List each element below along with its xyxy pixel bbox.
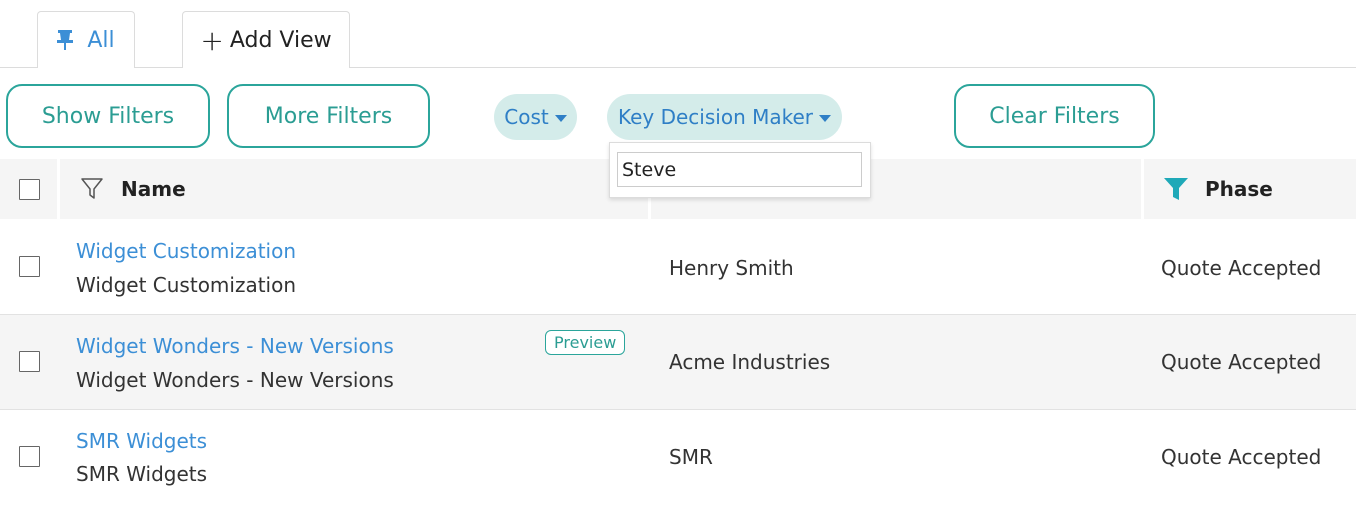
phase-column-header[interactable]: Phase (1205, 177, 1273, 201)
filter-outline-icon[interactable] (80, 177, 104, 201)
company-cell: Acme Industries (669, 350, 831, 374)
company-cell: SMR (669, 445, 713, 469)
row-checkbox[interactable] (19, 256, 40, 277)
pin-icon (57, 30, 74, 50)
phase-cell: Quote Accepted (1161, 256, 1322, 280)
phase-cell: Quote Accepted (1161, 445, 1322, 469)
opportunity-subtitle: SMR Widgets (76, 462, 208, 486)
plus-icon: + (200, 23, 224, 57)
caret-down-icon (819, 114, 832, 122)
preview-button[interactable]: Preview (545, 330, 626, 355)
row-checkbox[interactable] (19, 351, 40, 372)
header-separator (57, 159, 60, 219)
filter-filled-icon[interactable] (1163, 177, 1189, 201)
opportunity-link[interactable]: SMR Widgets (76, 429, 207, 453)
opportunity-subtitle: Widget Wonders - New Versions (76, 368, 394, 392)
cost-filter-label: Cost (504, 105, 549, 129)
add-view-button[interactable]: + Add View (182, 11, 350, 68)
add-view-label: Add View (229, 27, 332, 53)
show-filters-button[interactable]: Show Filters (6, 84, 210, 148)
phase-cell: Quote Accepted (1161, 350, 1322, 374)
clear-filters-button[interactable]: Clear Filters (954, 84, 1155, 148)
header-separator (1141, 159, 1144, 219)
key-decision-maker-search-input[interactable] (617, 152, 862, 187)
tab-all[interactable]: All (37, 11, 135, 68)
opportunity-subtitle: Widget Customization (76, 273, 297, 297)
select-all-checkbox[interactable] (19, 179, 40, 200)
key-decision-maker-dropdown[interactable]: Key Decision Maker (607, 94, 842, 140)
caret-down-icon (554, 114, 567, 122)
more-filters-button[interactable]: More Filters (227, 84, 430, 148)
key-decision-maker-label: Key Decision Maker (617, 105, 814, 129)
clear-filters-label: Clear Filters (989, 103, 1120, 129)
opportunity-link[interactable]: Widget Wonders - New Versions (76, 334, 394, 358)
more-filters-label: More Filters (264, 103, 393, 129)
cost-filter-dropdown[interactable]: Cost (494, 94, 577, 140)
name-column-header[interactable]: Name (121, 177, 186, 201)
row-checkbox[interactable] (19, 446, 40, 467)
opportunity-link[interactable]: Widget Customization (76, 239, 296, 263)
tab-all-label: All (87, 27, 115, 53)
company-cell: Henry Smith (669, 256, 794, 280)
show-filters-label: Show Filters (41, 103, 175, 129)
